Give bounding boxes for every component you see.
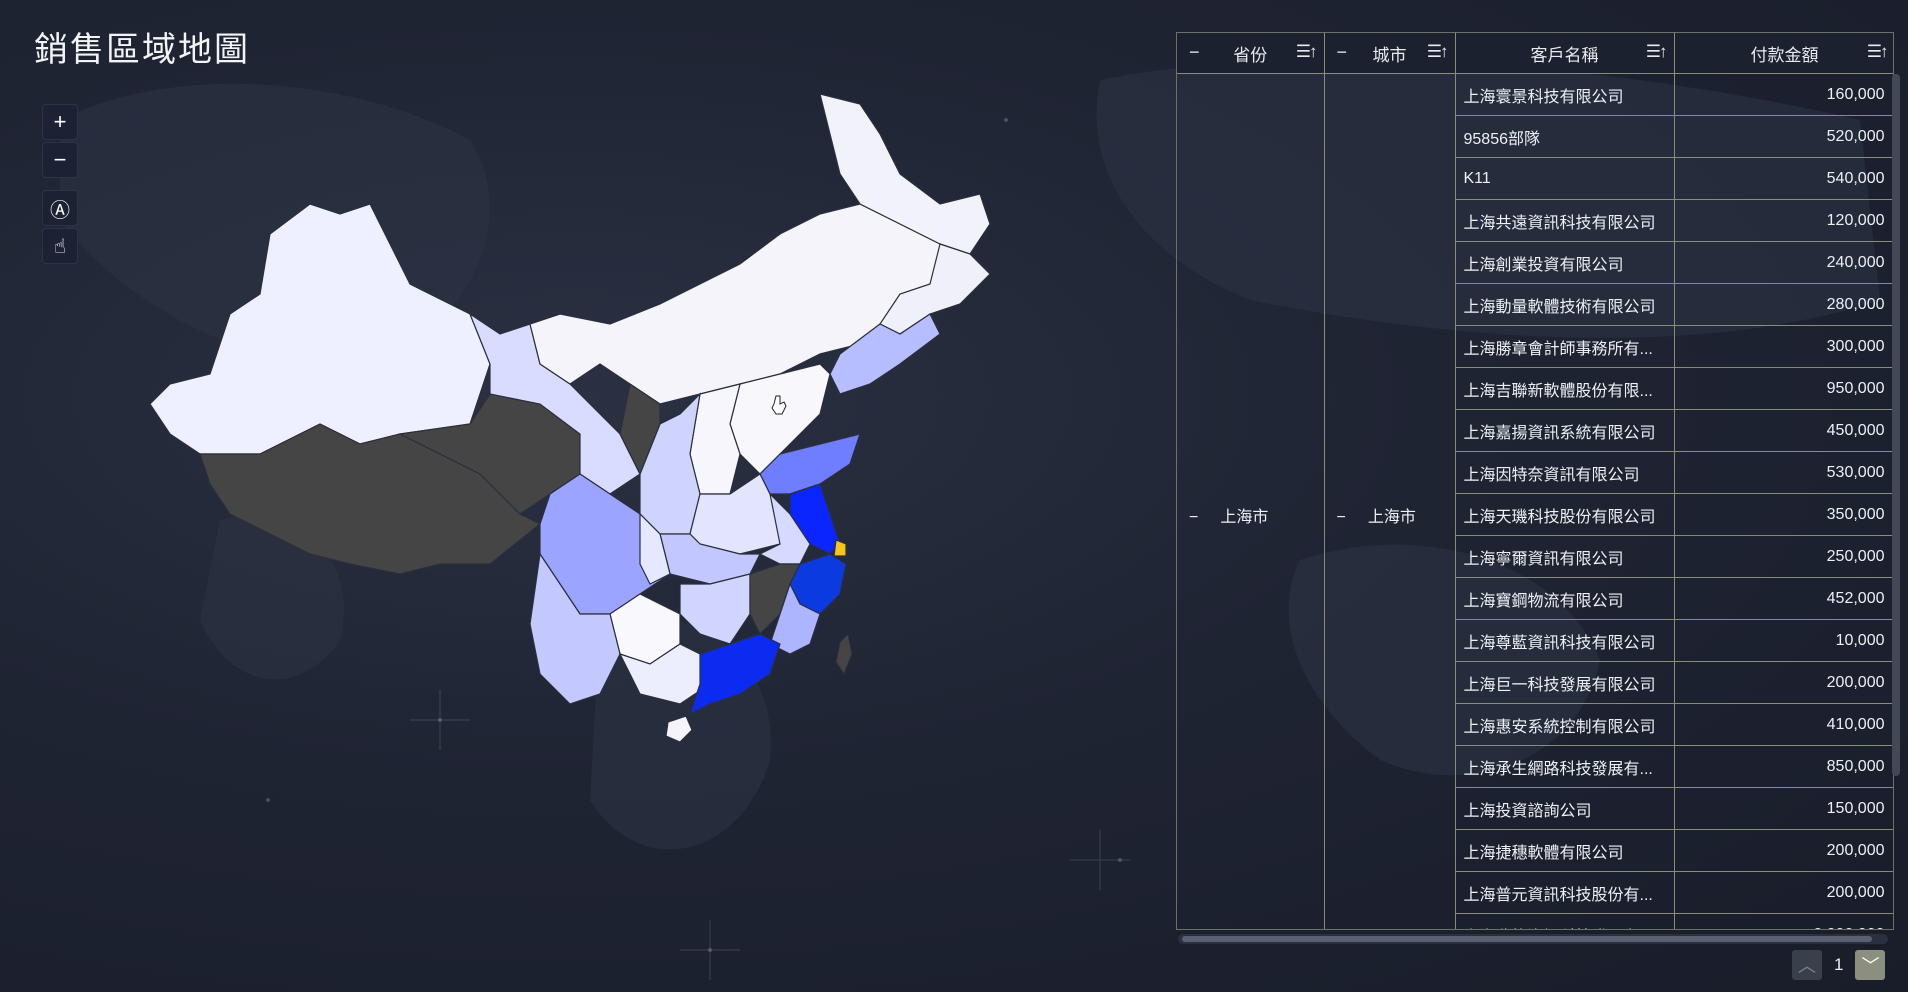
province-taiwan: [835, 632, 853, 676]
header-province-label: 省份: [1233, 45, 1268, 65]
province-hainan[interactable]: [665, 715, 693, 743]
previous-page-button[interactable]: ︿: [1792, 950, 1822, 980]
province-cell[interactable]: − 上海市: [1177, 73, 1325, 929]
table-row: − 上海市 − 上海市 上海寰景科技有限公司 160,000: [1177, 73, 1893, 929]
amount-cell: 200,000: [1674, 661, 1893, 704]
customer-cell[interactable]: 上海嘉揚資訊系統有限公司: [1455, 409, 1675, 452]
sort-amount-icon[interactable]: ☰↑: [1867, 42, 1889, 62]
collapse-row-icon[interactable]: −: [1189, 509, 1198, 526]
pan-hand-icon[interactable]: ☝: [42, 228, 78, 264]
page-title: 銷售區域地圖: [34, 30, 250, 70]
collapse-city-icon[interactable]: −: [1337, 42, 1348, 63]
customer-cell[interactable]: 上海普元資訊科技股份有...: [1455, 871, 1675, 914]
amount-cell: 350,000: [1674, 493, 1893, 536]
amount-cell: 520,000: [1674, 115, 1893, 158]
customer-cell[interactable]: 上海寶鋼物流有限公司: [1455, 577, 1675, 620]
customer-cell[interactable]: 上海巨一科技發展有限公司: [1455, 661, 1675, 704]
customer-cell[interactable]: 上海天璣科技股份有限公司: [1455, 493, 1675, 536]
header-customer[interactable]: 客戶名稱 ☰↑: [1455, 33, 1675, 74]
amount-cell: 300,000: [1674, 325, 1893, 368]
province-guangdong[interactable]: [688, 633, 781, 716]
customer-cell[interactable]: 上海投資諮詢公司: [1455, 787, 1675, 830]
city-cell[interactable]: − 上海市: [1324, 73, 1456, 929]
amount-cell: 850,000: [1674, 745, 1893, 788]
customer-cell[interactable]: 上海寰景科技有限公司: [1455, 73, 1675, 116]
city-value: 上海市: [1367, 508, 1416, 526]
province-xinjiang[interactable]: [149, 203, 491, 455]
collapse-province-icon[interactable]: −: [1189, 42, 1200, 63]
province-shanghai[interactable]: [833, 539, 847, 557]
customer-cell[interactable]: 上海寧爾資訊有限公司: [1455, 535, 1675, 578]
customer-cell[interactable]: 上海因特奈資訊有限公司: [1455, 451, 1675, 494]
sort-customer-icon[interactable]: ☰↑: [1646, 42, 1668, 62]
header-city-label: 城市: [1372, 45, 1407, 65]
table-horizontal-scrollbar[interactable]: [1178, 934, 1888, 944]
amount-cell: 530,000: [1674, 451, 1893, 494]
amount-cell: 452,000: [1674, 577, 1893, 620]
next-page-button[interactable]: ﹀: [1855, 950, 1886, 980]
customer-cell[interactable]: 上海欣能資訊科技發展有...: [1455, 913, 1675, 929]
customer-cell[interactable]: 上海勝章會計師事務所有...: [1455, 325, 1675, 368]
zoom-in-button[interactable]: +: [42, 104, 78, 140]
amount-cell: 10,000: [1674, 619, 1893, 662]
header-city[interactable]: − 城市 ☰↑: [1324, 33, 1456, 74]
customer-cell[interactable]: 上海動量軟體技術有限公司: [1455, 283, 1675, 326]
sales-table: − 省份 ☰↑ − 城市 ☰↑ 客戶名稱 ☰↑ 付款金額 ☰↑ − 上海市 − …: [1177, 33, 1893, 929]
header-province[interactable]: − 省份 ☰↑: [1177, 33, 1325, 74]
customer-cell[interactable]: 上海捷穗軟體有限公司: [1455, 829, 1675, 872]
header-amount[interactable]: 付款金額 ☰↑: [1674, 33, 1893, 74]
customer-cell[interactable]: 上海創業投資有限公司: [1455, 241, 1675, 284]
table-vertical-scrollbar[interactable]: [1892, 74, 1900, 776]
amount-cell: 160,000: [1674, 73, 1893, 116]
customer-cell[interactable]: 上海承生網路科技發展有...: [1455, 745, 1675, 788]
amount-cell: 120,000: [1674, 199, 1893, 242]
amount-cell: 150,000: [1674, 787, 1893, 830]
table-header-row: − 省份 ☰↑ − 城市 ☰↑ 客戶名稱 ☰↑ 付款金額 ☰↑: [1177, 33, 1893, 74]
amount-cell: 280,000: [1674, 283, 1893, 326]
amount-cell: 2,000,000: [1674, 913, 1893, 929]
header-customer-label: 客戶名稱: [1530, 45, 1599, 65]
customer-cell[interactable]: 上海共遠資訊科技有限公司: [1455, 199, 1675, 242]
customer-cell[interactable]: 95856部隊: [1455, 115, 1675, 158]
amount-cell: 450,000: [1674, 409, 1893, 452]
pagination: ︿ 1 ﹀: [1792, 950, 1886, 980]
sales-table-panel: − 省份 ☰↑ − 城市 ☰↑ 客戶名稱 ☰↑ 付款金額 ☰↑ − 上海市 − …: [1176, 32, 1894, 930]
amount-cell: 200,000: [1674, 829, 1893, 872]
amount-cell: 200,000: [1674, 871, 1893, 914]
sort-city-icon[interactable]: ☰↑: [1427, 42, 1449, 62]
header-amount-label: 付款金額: [1750, 45, 1819, 65]
amount-cell: 950,000: [1674, 367, 1893, 410]
customer-cell[interactable]: 上海惠安系統控制有限公司: [1455, 703, 1675, 746]
amount-cell: 540,000: [1674, 157, 1893, 200]
customer-cell[interactable]: 上海尊藍資訊科技有限公司: [1455, 619, 1675, 662]
province-value: 上海市: [1220, 508, 1269, 526]
sort-province-icon[interactable]: ☰↑: [1296, 42, 1318, 62]
toolbar-gap: [42, 178, 80, 190]
customer-cell[interactable]: 上海吉聯新軟體股份有限...: [1455, 367, 1675, 410]
amount-cell: 410,000: [1674, 703, 1893, 746]
map-toolbar: + − Ⓐ ☝: [42, 104, 80, 264]
reset-view-icon[interactable]: Ⓐ: [42, 190, 78, 226]
amount-cell: 250,000: [1674, 535, 1893, 578]
collapse-row-icon[interactable]: −: [1337, 509, 1346, 526]
current-page-number: 1: [1834, 955, 1844, 974]
horizontal-scroll-thumb[interactable]: [1182, 936, 1872, 942]
customer-cell[interactable]: K11: [1455, 157, 1675, 200]
amount-cell: 240,000: [1674, 241, 1893, 284]
china-sales-map: [149, 94, 991, 743]
province-hunan[interactable]: [679, 573, 751, 645]
zoom-out-button[interactable]: −: [42, 142, 78, 178]
